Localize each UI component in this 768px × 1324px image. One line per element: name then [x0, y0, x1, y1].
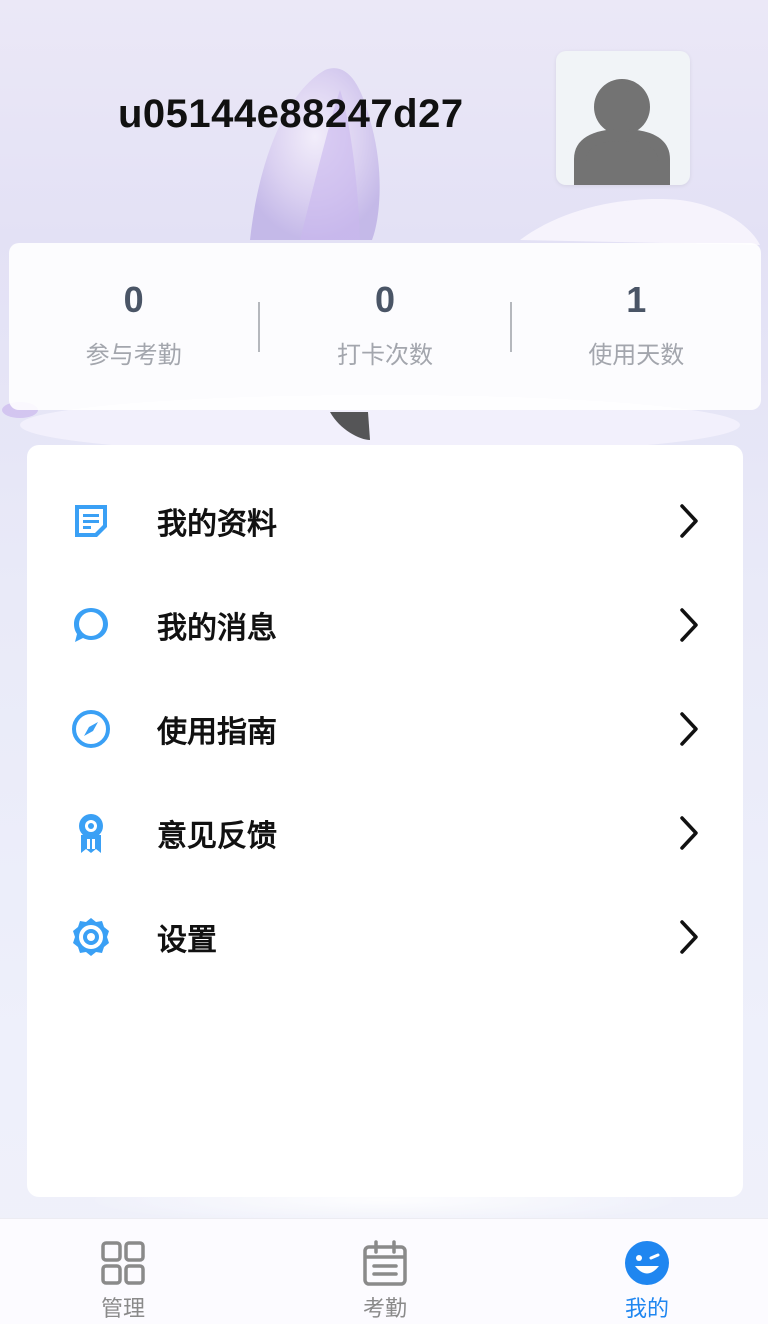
stats-card: 0 参与考勤 0 打卡次数 1 使用天数 — [9, 243, 761, 410]
document-icon — [69, 499, 113, 543]
menu-item-settings[interactable]: 设置 — [27, 885, 743, 989]
menu-card: 我的资料 我的消息 使用指南 意见反馈 设置 — [27, 445, 743, 1197]
chevron-right-icon — [680, 920, 698, 954]
stat-label: 使用天数 — [588, 341, 685, 369]
message-bubble-icon — [69, 603, 113, 647]
tab-manage[interactable]: 管理 — [43, 1219, 203, 1324]
smiley-icon — [625, 1241, 669, 1285]
username: u05144e88247d27 — [118, 92, 464, 136]
tab-label: 管理 — [100, 1297, 145, 1322]
gear-icon — [69, 915, 113, 959]
stat-usage-days: 1 使用天数 — [512, 243, 761, 410]
menu-label: 设置 — [157, 923, 217, 958]
chevron-right-icon — [680, 608, 698, 642]
bottom-tab-bar: 管理 考勤 我的 — [0, 1218, 768, 1324]
medal-icon — [69, 811, 113, 855]
menu-item-my-messages[interactable]: 我的消息 — [27, 573, 743, 677]
tab-label: 我的 — [624, 1297, 669, 1322]
menu-item-user-guide[interactable]: 使用指南 — [27, 677, 743, 781]
avatar[interactable] — [556, 51, 690, 185]
tab-label: 考勤 — [362, 1297, 407, 1322]
stat-value: 0 — [374, 279, 395, 320]
user-silhouette-icon — [574, 79, 670, 185]
chevron-right-icon — [680, 712, 698, 746]
stat-value: 1 — [626, 279, 647, 320]
stat-label: 打卡次数 — [336, 341, 433, 369]
menu-label: 我的消息 — [157, 611, 277, 646]
menu-item-feedback[interactable]: 意见反馈 — [27, 781, 743, 885]
calendar-icon — [363, 1240, 407, 1286]
menu-label: 意见反馈 — [157, 819, 277, 854]
compass-icon — [69, 707, 113, 751]
menu-item-my-profile[interactable]: 我的资料 — [27, 469, 743, 573]
grid-icon — [101, 1241, 145, 1285]
stat-label: 参与考勤 — [85, 341, 182, 369]
tab-mine[interactable]: 我的 — [567, 1219, 727, 1324]
menu-label: 使用指南 — [157, 715, 277, 750]
stat-checkins: 0 打卡次数 — [260, 243, 509, 410]
menu-label: 我的资料 — [157, 507, 277, 542]
stat-attendance: 0 参与考勤 — [9, 243, 258, 410]
stat-value: 0 — [123, 279, 144, 320]
tab-attendance[interactable]: 考勤 — [305, 1219, 465, 1324]
chevron-right-icon — [680, 504, 698, 538]
chevron-right-icon — [680, 816, 698, 850]
